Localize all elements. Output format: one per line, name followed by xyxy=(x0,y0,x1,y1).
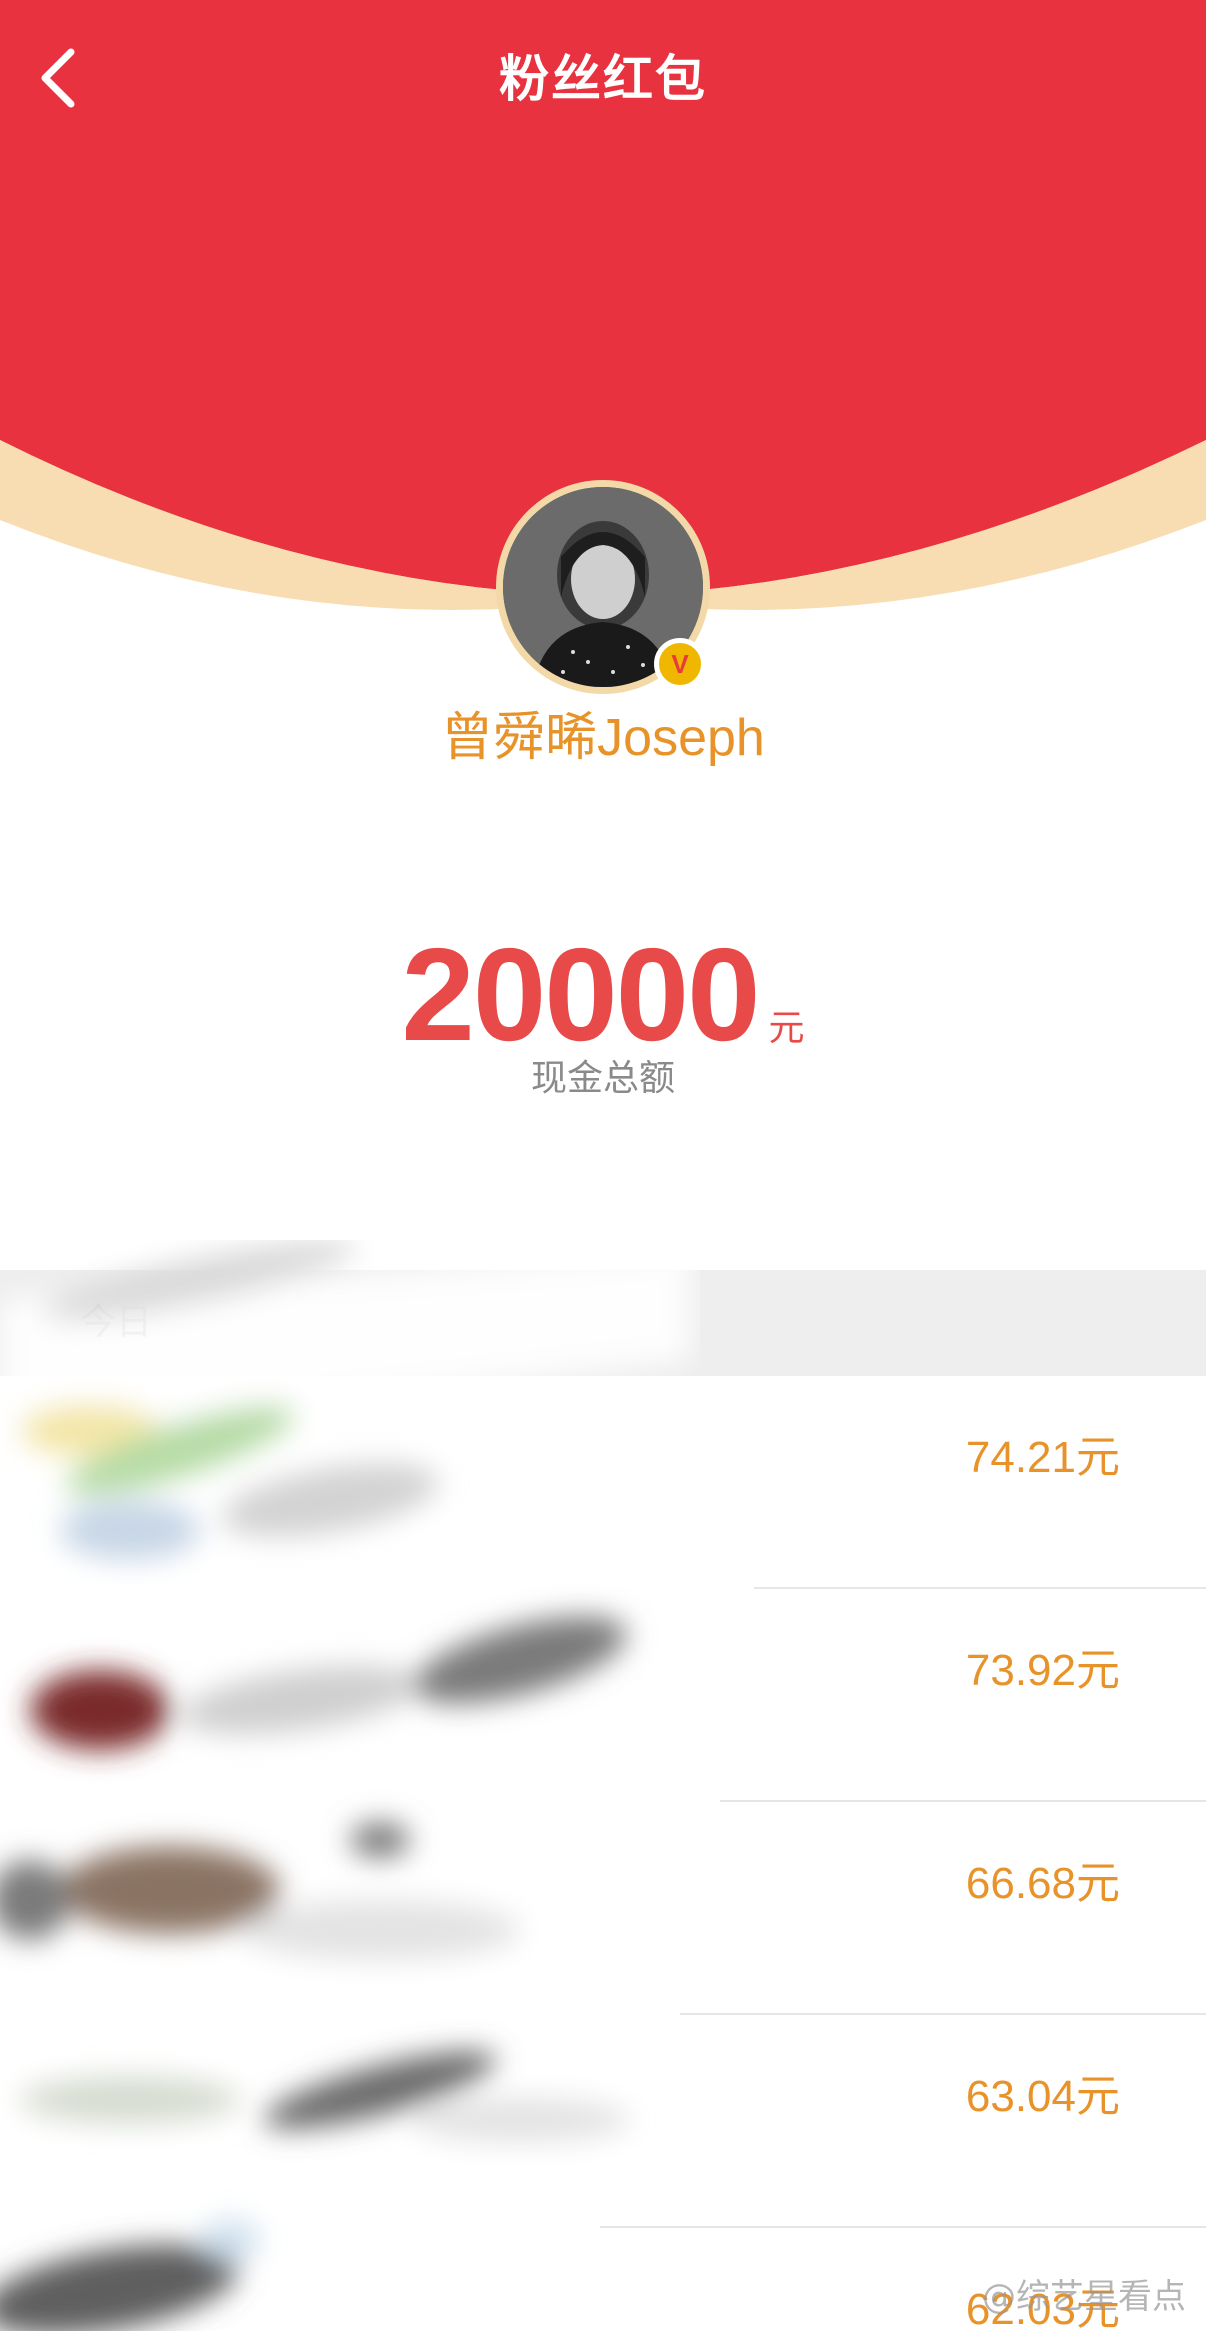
total-amount-unit: 元 xyxy=(768,1008,805,1049)
list-item[interactable]: 73.92元 xyxy=(0,1589,1206,1802)
section-header: 今日 xyxy=(0,1270,1206,1376)
list-item[interactable]: 63.04元 xyxy=(0,2015,1206,2228)
list-item-amount: 66.68元 xyxy=(965,1859,1120,1908)
list-item-amount: 63.04元 xyxy=(965,2072,1120,2121)
recipient-list: 74.21元 73.92元 66.68元 63.04元 62.03元 xyxy=(0,1376,1206,2331)
section-label: 今日 xyxy=(80,1302,153,1343)
list-item[interactable]: 74.21元 xyxy=(0,1376,1206,1589)
page-title: 粉丝红包 xyxy=(499,50,707,108)
username[interactable]: 曾舜晞Joseph xyxy=(0,700,1206,776)
verified-badge-icon: V xyxy=(654,638,706,690)
verified-badge-label: V xyxy=(671,648,689,679)
total-amount-value: 20000 xyxy=(401,921,760,1068)
list-item-amount: 73.92元 xyxy=(965,1646,1120,1695)
list-item-amount: 74.21元 xyxy=(965,1433,1120,1482)
total-amount: 20000 元 xyxy=(0,920,1206,1070)
list-item[interactable]: 66.68元 xyxy=(0,1802,1206,2015)
total-amount-caption: 现金总额 xyxy=(530,1058,675,1099)
watermark: @综艺星看点 xyxy=(982,2277,1186,2317)
